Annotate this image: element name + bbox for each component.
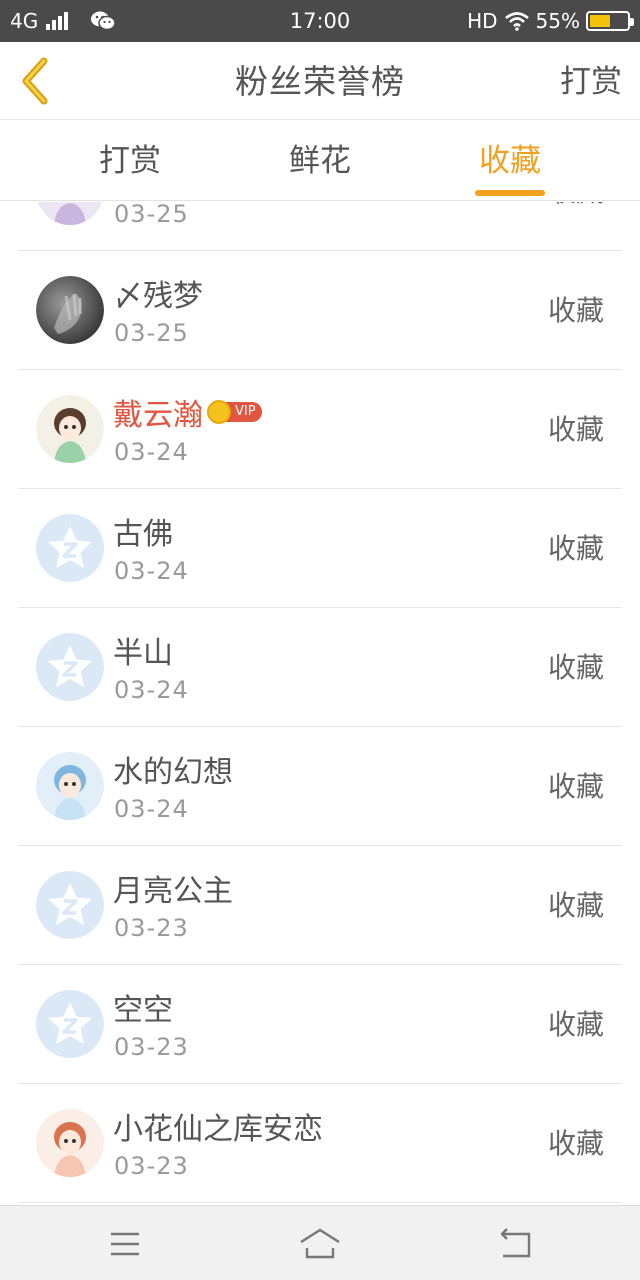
tab-label: 鲜花 — [289, 143, 351, 179]
back-icon[interactable] — [493, 1224, 537, 1264]
user-name: 〆残梦 — [113, 273, 203, 314]
page-title: 粉丝荣誉榜 — [235, 62, 405, 101]
list-item[interactable]: 〆残梦 03-25 收藏 — [18, 251, 622, 370]
favorite-label: 收藏 — [547, 770, 604, 803]
favorite-date: 03-23 — [114, 1152, 189, 1180]
favorite-date: 03-24 — [114, 557, 189, 585]
favorite-label: 收藏 — [547, 532, 604, 565]
favorite-label: 收藏 — [547, 1127, 604, 1160]
app-root: 4G 17:00 HD 55% 粉丝荣誉榜 打赏 打赏 鲜花 收藏 03-25 … — [0, 0, 640, 1280]
tab-bar: 打赏 鲜花 收藏 — [0, 121, 640, 201]
favorite-date: 03-25 — [114, 202, 189, 228]
favorite-date: 03-23 — [114, 914, 189, 942]
tab-favorites[interactable]: 收藏 — [440, 121, 580, 201]
status-right: HD 55% — [467, 0, 634, 42]
tab-flowers[interactable]: 鲜花 — [250, 121, 390, 201]
list-item[interactable]: 水的幻想 03-24 收藏 — [18, 727, 622, 846]
user-name-text: 小花仙之库安恋 — [113, 1112, 323, 1147]
avatar[interactable] — [36, 395, 104, 463]
header: 粉丝荣誉榜 打赏 — [0, 42, 640, 120]
avatar[interactable] — [36, 514, 104, 582]
status-bar: 4G 17:00 HD 55% — [0, 0, 640, 42]
avatar[interactable] — [36, 990, 104, 1058]
list-item[interactable]: 戴云瀚 VIP 03-24 收藏 — [18, 370, 622, 489]
hd-label: HD — [467, 9, 498, 33]
favorite-date: 03-25 — [114, 319, 189, 347]
list-item[interactable]: 月亮公主 03-23 收藏 — [18, 846, 622, 965]
avatar[interactable] — [36, 276, 104, 344]
user-name: 月亮公主 — [113, 868, 233, 909]
fan-list-inner: 03-25 收藏 〆残梦 03-25 收藏 戴云瀚VIP 03-24 收藏 古佛 03-24… — [0, 202, 640, 1203]
fan-list[interactable]: 03-25 收藏 〆残梦 03-25 收藏 戴云瀚VIP 03-24 收藏 古佛 03-24… — [0, 202, 640, 1205]
avatar[interactable] — [36, 633, 104, 701]
favorite-label: 收藏 — [547, 651, 604, 684]
user-name-text: 半山 — [113, 636, 173, 671]
tab-reward[interactable]: 打赏 — [60, 121, 200, 201]
battery-icon — [586, 11, 634, 31]
reward-button[interactable]: 打赏 — [560, 42, 622, 120]
favorite-label: 收藏 — [547, 1008, 604, 1041]
user-name-text: 空空 — [113, 993, 173, 1028]
favorite-label: 收藏 — [547, 294, 604, 327]
user-name: 戴云瀚 VIP — [113, 392, 262, 433]
user-name-text: 古佛 — [113, 517, 173, 552]
user-name: 古佛 — [113, 511, 173, 552]
vip-badge: VIP — [207, 400, 262, 424]
user-name-text: 月亮公主 — [113, 874, 233, 909]
favorite-date: 03-24 — [114, 438, 189, 466]
crown-icon — [207, 400, 231, 424]
user-name: 半山 — [113, 630, 173, 671]
favorite-date: 03-24 — [114, 676, 189, 704]
favorite-date: 03-23 — [114, 1033, 189, 1061]
list-item[interactable]: 古佛 03-24 收藏 — [18, 489, 622, 608]
user-name-text: 〆残梦 — [113, 279, 203, 314]
user-name: 水的幻想 — [113, 749, 233, 790]
favorite-label: 收藏 — [548, 202, 604, 251]
user-name-text: 水的幻想 — [113, 755, 233, 790]
user-name: 空空 — [113, 987, 173, 1028]
avatar[interactable] — [36, 1109, 104, 1177]
avatar[interactable] — [36, 202, 104, 225]
user-name: 小花仙之库安恋 — [113, 1106, 323, 1147]
list-item[interactable]: 空空 03-23 收藏 — [18, 965, 622, 1084]
list-item[interactable]: 小花仙之库安恋 03-23 收藏 — [18, 1084, 622, 1203]
home-icon[interactable] — [298, 1224, 342, 1264]
favorite-label: 收藏 — [547, 889, 604, 922]
user-name-text: 戴云瀚 — [113, 398, 203, 433]
favorite-label: 收藏 — [547, 413, 604, 446]
menu-icon[interactable] — [103, 1224, 147, 1264]
list-item[interactable]: 03-25 收藏 — [18, 202, 622, 251]
system-nav-bar — [0, 1205, 640, 1280]
tab-label: 打赏 — [99, 143, 161, 179]
list-item[interactable]: 半山 03-24 收藏 — [18, 608, 622, 727]
avatar[interactable] — [36, 871, 104, 939]
active-tab-indicator — [475, 190, 545, 196]
battery-percent: 55% — [535, 9, 580, 33]
favorite-date: 03-24 — [114, 795, 189, 823]
wifi-icon — [504, 12, 529, 31]
tab-label: 收藏 — [479, 143, 541, 179]
avatar[interactable] — [36, 752, 104, 820]
